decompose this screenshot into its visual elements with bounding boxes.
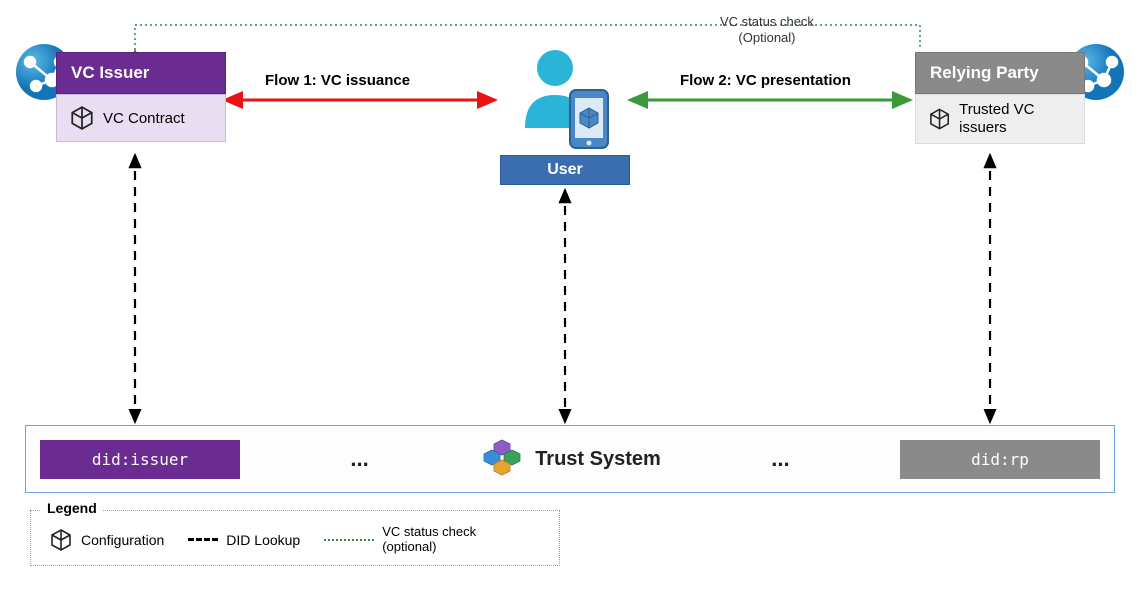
cube-icon [69,105,95,131]
did-rp-text: did:rp [971,450,1029,469]
rp-body: Trusted VC issuers [915,94,1085,144]
cube-icon [928,106,951,132]
relying-party-box: Relying Party Trusted VC issuers [915,52,1085,144]
trust-system-label: Trust System [535,448,661,471]
legend-status-line1: VC status check [382,525,476,540]
flow1-label: Flow 1: VC issuance [265,72,410,89]
trust-system-row: did:issuer ... Trust System ... did:rp [25,425,1115,493]
vc-issuer-title: VC Issuer [71,63,149,83]
legend-did-lookup: DID Lookup [188,532,300,548]
legend-status-line2: (optional) [382,540,476,555]
user-label-box: User [500,155,630,185]
trusted-issuers-label: Trusted VC issuers [959,101,1072,137]
ellipsis-left: ... [350,446,368,472]
rp-title: Relying Party [930,63,1039,83]
status-check-label: VC status check (Optional) [720,14,814,45]
legend-config: Configuration [49,528,164,552]
legend-box: Legend Configuration DID Lookup VC statu… [30,510,560,566]
user-label-text: User [547,161,583,178]
trust-system-center: Trust System [479,436,661,482]
vc-issuer-body: VC Contract [56,94,226,142]
diagram-canvas: VC Issuer VC Contract Relying Party Trus… [20,20,1119,585]
status-check-line2: (Optional) [720,30,814,46]
legend-config-text: Configuration [81,532,164,548]
vc-issuer-header: VC Issuer [56,52,226,94]
vc-contract-label: VC Contract [103,110,185,127]
legend-title: Legend [41,500,103,516]
user-icon [510,40,620,155]
status-check-line1: VC status check [720,14,814,30]
vc-issuer-box: VC Issuer VC Contract [56,52,226,142]
dash-sample-icon [188,538,218,541]
did-issuer-text: did:issuer [92,450,188,469]
legend-did-lookup-text: DID Lookup [226,532,300,548]
dot-sample-icon [324,539,374,541]
cubes-icon [479,436,525,482]
did-rp-box: did:rp [900,440,1100,479]
did-issuer-box: did:issuer [40,440,240,479]
ellipsis-right: ... [771,446,789,472]
legend-status-check: VC status check (optional) [324,525,476,555]
rp-header: Relying Party [915,52,1085,94]
flow2-label: Flow 2: VC presentation [680,72,851,89]
cube-icon [49,528,73,552]
